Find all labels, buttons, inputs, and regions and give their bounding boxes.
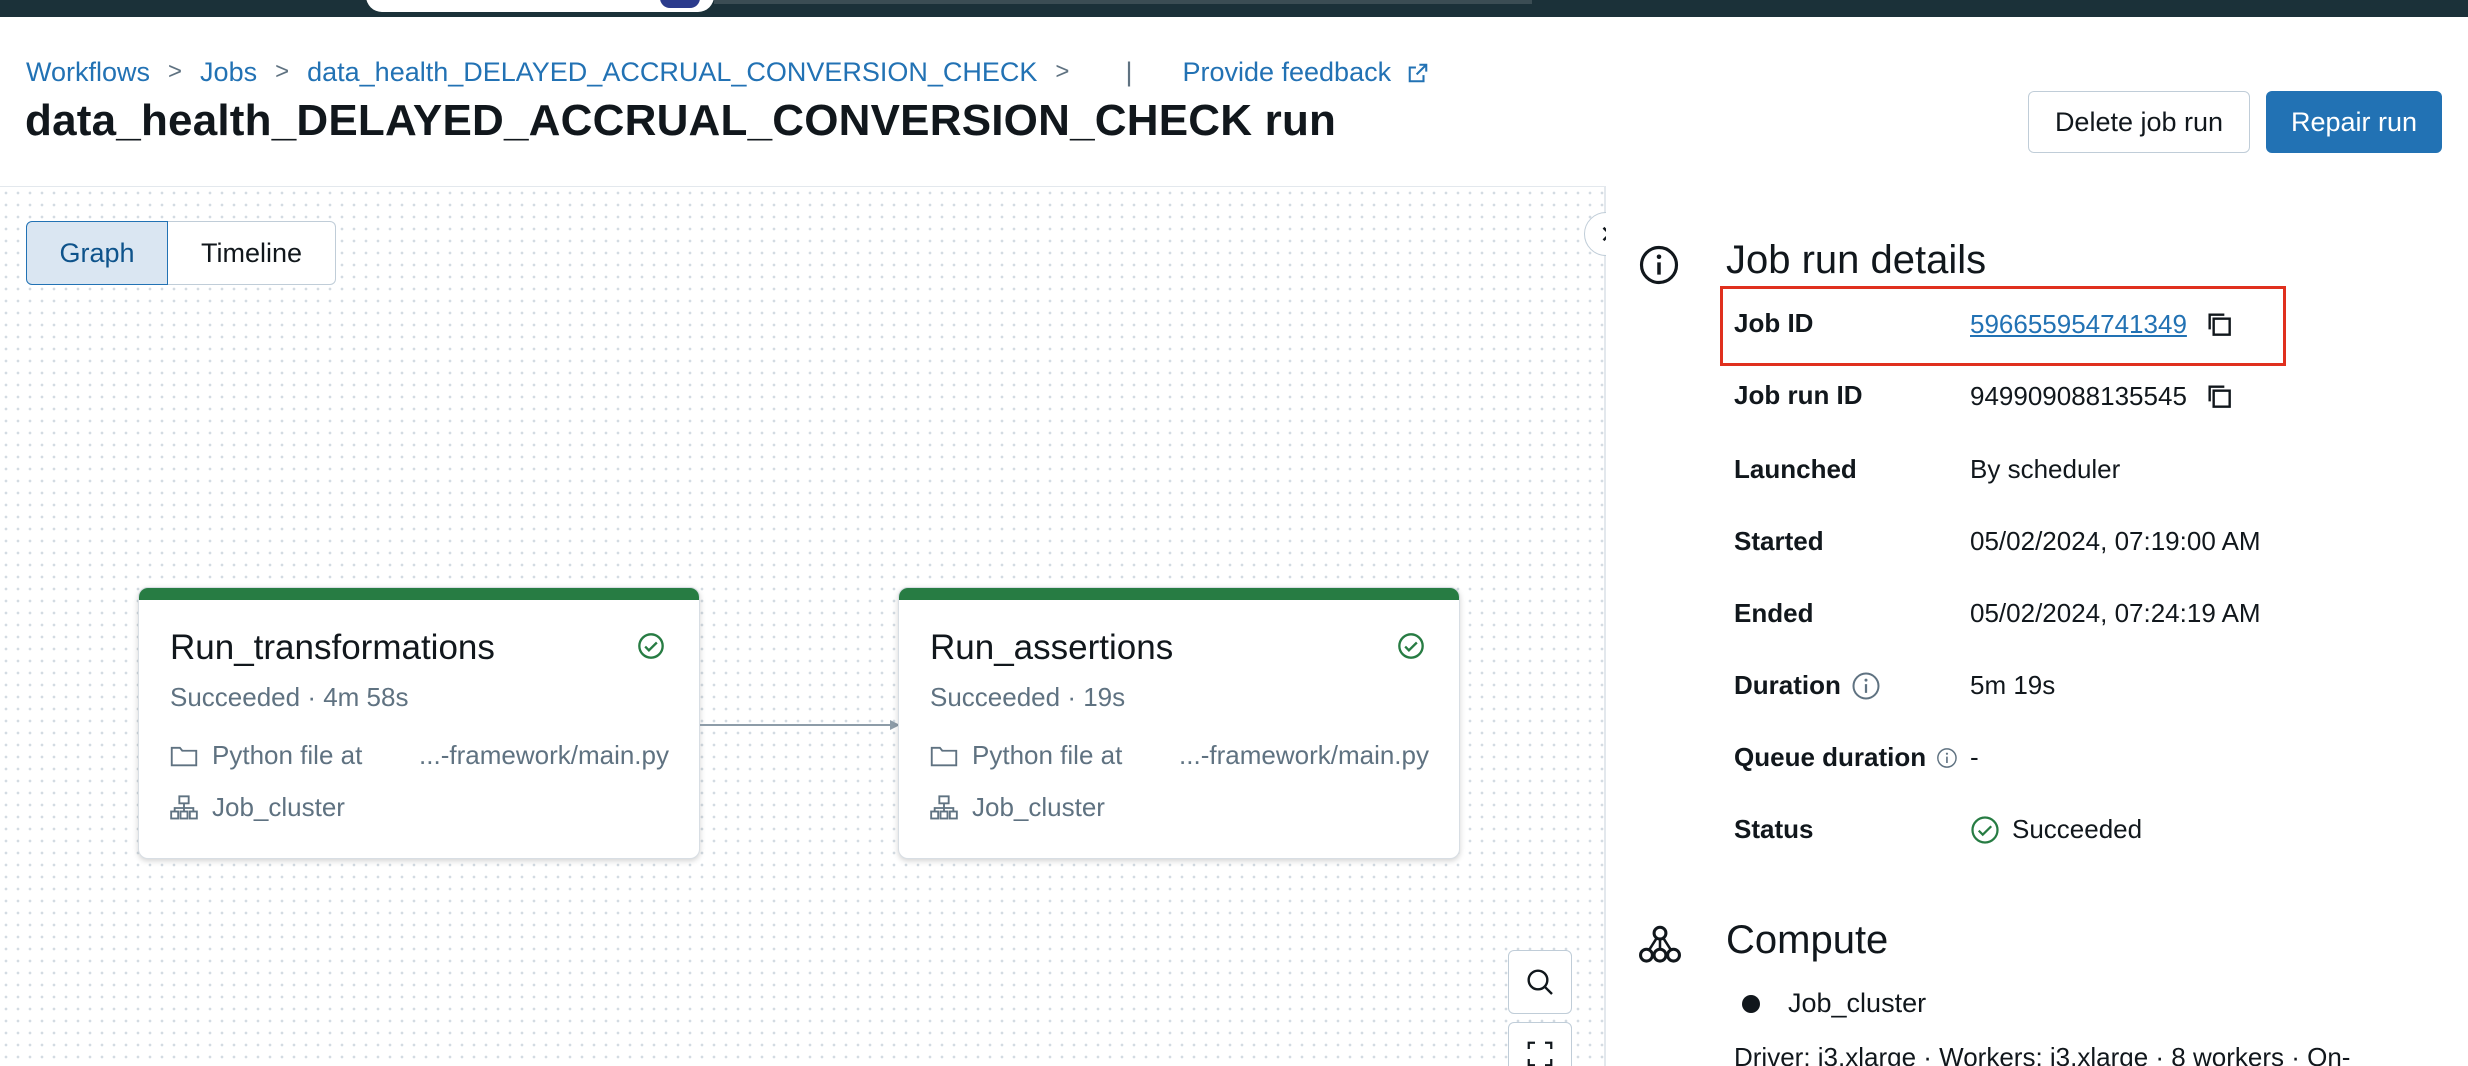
ended-value: 05/02/2024, 07:24:19 AM (1970, 598, 2261, 628)
queue-info-icon[interactable] (1936, 743, 1958, 773)
dependency-arrow (700, 720, 900, 730)
compute-icon (1639, 925, 1681, 963)
page-title: data_health_DELAYED_ACCRUAL_CONVERSION_C… (25, 96, 1337, 145)
cluster-icon (930, 794, 958, 819)
breadcrumb-separator: > (1055, 58, 1070, 85)
task-cluster: Job_cluster (930, 792, 1105, 823)
task-file-path: ...-framework/main.py (1179, 740, 1429, 770)
task-file-path: ...-framework/main.py (419, 740, 669, 770)
cluster-icon (170, 794, 198, 819)
compute-cluster-name: Job_cluster (1788, 988, 1927, 1018)
task-status-strip (139, 588, 699, 600)
global-search-bar[interactable] (714, 0, 1532, 4)
task-source: Python file at (170, 740, 362, 771)
zoom-search-button[interactable] (1508, 950, 1572, 1014)
folder-icon (170, 746, 198, 766)
success-check-icon (638, 633, 664, 659)
job-id-value: 596655954741349 (1970, 308, 2235, 340)
task-source: Python file at (930, 740, 1122, 771)
workspace-tab[interactable] (366, 0, 714, 12)
folder-icon (930, 746, 958, 766)
compute-driver-info: Driver: i3.xlarge · Workers: i3.xlarge ·… (1734, 1042, 2351, 1066)
queue-row-label: Queue duration (1734, 742, 1958, 773)
fullscreen-icon (1527, 1041, 1553, 1066)
search-icon (1527, 969, 1553, 995)
delete-job-run-button[interactable]: Delete job run (2028, 91, 2250, 153)
breadcrumb-job-name[interactable]: data_health_DELAYED_ACCRUAL_CONVERSION_C… (307, 57, 1037, 88)
repair-run-button[interactable]: Repair run (2266, 91, 2442, 153)
workspace-badge (660, 0, 700, 8)
breadcrumb-separator: > (275, 58, 290, 85)
cluster-bullet (1742, 994, 1760, 1013)
task-cluster-label: Job_cluster (212, 792, 345, 822)
started-label: Started (1734, 526, 1824, 556)
view-toggle: Graph Timeline (26, 221, 336, 285)
queue-duration-value: - (1970, 742, 1979, 772)
breadcrumb: Workflows > Jobs > data_health_DELAYED_A… (26, 52, 1429, 92)
external-link-icon (1408, 64, 1427, 83)
copy-icon[interactable] (2203, 380, 2235, 412)
breadcrumb-separator: > (168, 58, 183, 85)
breadcrumb-divider: | (1125, 56, 1133, 87)
duration-row-label: Duration (1734, 670, 1881, 701)
top-navigation-bar (0, 0, 2468, 17)
timeline-view-tab[interactable]: Timeline (168, 221, 336, 285)
success-check-icon (1971, 815, 1999, 844)
duration-info-icon[interactable] (1851, 671, 1881, 701)
info-icon (1639, 245, 1679, 285)
task-source-label: Python file at (972, 740, 1123, 770)
started-value: 05/02/2024, 07:19:00 AM (1970, 526, 2261, 556)
task-status-strip (899, 588, 1459, 600)
provide-feedback-label: Provide feedback (1182, 56, 1392, 87)
job-run-id-text: 949909088135545 (1970, 380, 2187, 411)
job-run-id-label: Job run ID (1734, 380, 1863, 410)
graph-view-tab[interactable]: Graph (26, 221, 168, 285)
compute-cluster-item[interactable]: Job_cluster (1742, 988, 1926, 1019)
launched-value: By scheduler (1970, 454, 2121, 484)
job-id-label: Job ID (1734, 308, 1814, 338)
task-cluster-label: Job_cluster (972, 792, 1105, 822)
fit-view-button[interactable] (1508, 1022, 1572, 1066)
breadcrumb-workflows[interactable]: Workflows (26, 57, 150, 88)
task-source-label: Python file at (212, 740, 363, 770)
job-run-id-value: 949909088135545 (1970, 380, 2235, 412)
duration-label: Duration (1734, 670, 1841, 700)
success-check-icon (1398, 633, 1424, 659)
task-cluster: Job_cluster (170, 792, 345, 823)
compute-title: Compute (1726, 918, 1889, 962)
task-node-run-assertions[interactable]: Run_assertions Succeeded · 19s Python fi… (898, 587, 1460, 859)
status-value: Succeeded (1970, 814, 2142, 845)
status-text: Succeeded (2012, 814, 2143, 844)
task-node-run-transformations[interactable]: Run_transformations Succeeded · 4m 58s P… (138, 587, 700, 859)
duration-value: 5m 19s (1970, 670, 2056, 700)
status-label: Status (1734, 814, 1814, 844)
launched-label: Launched (1734, 454, 1857, 484)
ended-label: Ended (1734, 598, 1814, 628)
provide-feedback-link[interactable]: Provide feedback (1182, 57, 1428, 88)
task-name: Run_transformations (170, 628, 495, 667)
task-status: Succeeded · 19s (930, 682, 1126, 712)
job-run-details-title: Job run details (1726, 238, 1987, 282)
copy-icon[interactable] (2203, 308, 2235, 340)
task-status: Succeeded · 4m 58s (170, 682, 409, 712)
queue-duration-label: Queue duration (1734, 742, 1927, 772)
task-name: Run_assertions (930, 628, 1174, 667)
breadcrumb-jobs[interactable]: Jobs (200, 57, 257, 88)
job-id-link[interactable]: 596655954741349 (1970, 309, 2187, 340)
